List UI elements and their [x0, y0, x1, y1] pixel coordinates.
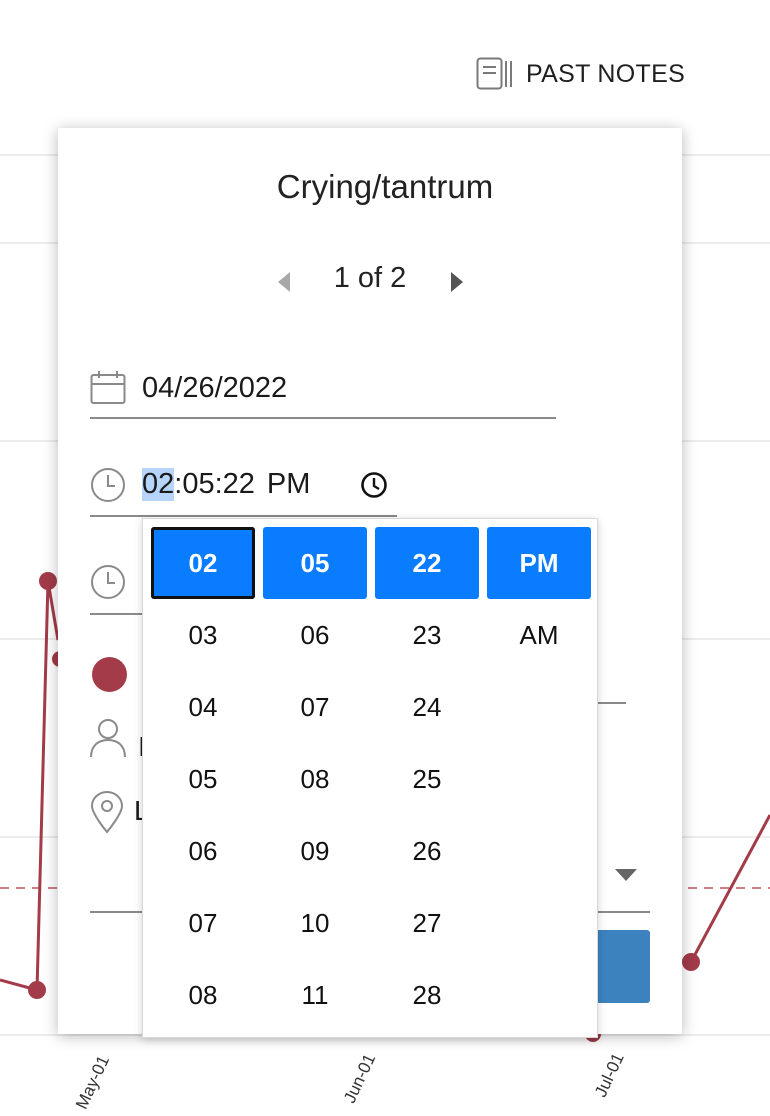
minute-column: 05 06 07 08 09 10 11: [263, 527, 367, 1031]
past-notes-label: PAST NOTES: [526, 59, 686, 88]
time-minute-segment[interactable]: 05: [182, 468, 214, 501]
hour-option[interactable]: 02: [151, 527, 255, 599]
minute-option[interactable]: 09: [263, 815, 367, 887]
person-icon: [90, 719, 126, 758]
time-underline: [90, 515, 397, 517]
clock-icon: [91, 468, 125, 502]
date-value: 04/26/2022: [142, 371, 288, 404]
clock-icon: [91, 565, 125, 599]
period-option[interactable]: AM: [487, 599, 591, 671]
series-point: [682, 953, 700, 971]
time-picker-icon[interactable]: [360, 471, 388, 499]
date-field[interactable]: 04/26/2022: [142, 368, 287, 408]
hour-option[interactable]: 05: [151, 743, 255, 815]
second-option[interactable]: 27: [375, 887, 479, 959]
time-second-segment[interactable]: 22: [223, 468, 255, 501]
minute-option[interactable]: 07: [263, 671, 367, 743]
second-option[interactable]: 26: [375, 815, 479, 887]
minute-option[interactable]: 10: [263, 887, 367, 959]
minute-option[interactable]: 06: [263, 599, 367, 671]
pager-next-icon[interactable]: [449, 272, 463, 292]
past-notes-button[interactable]: PAST NOTES: [476, 57, 685, 91]
end-time-underline: [90, 613, 150, 615]
hour-column: 02 03 04 05 06 07 08: [151, 527, 255, 1031]
modal-title: Crying/tantrum: [276, 168, 494, 205]
date-underline: [90, 417, 556, 419]
time-field[interactable]: 02 : 05 : 22 PM​: [142, 464, 338, 504]
second-option[interactable]: 28: [375, 959, 479, 1031]
second-option[interactable]: 24: [375, 671, 479, 743]
minute-option[interactable]: 11: [263, 959, 367, 1031]
save-button[interactable]: [598, 930, 650, 1003]
series-point: [39, 572, 57, 590]
pager-prev-icon[interactable]: [278, 272, 292, 292]
chevron-down-icon[interactable]: [615, 869, 637, 881]
pager-label: 1 of 2: [333, 262, 407, 294]
hour-option[interactable]: 07: [151, 887, 255, 959]
hour-option[interactable]: 03: [151, 599, 255, 671]
period-column: PM AM: [487, 527, 591, 671]
minute-option[interactable]: 08: [263, 743, 367, 815]
time-picker-dropdown: 02 03 04 05 06 07 08 05 06 07 08 09 10 1…: [142, 518, 598, 1038]
second-column: 22 23 24 25 26 27 28: [375, 527, 479, 1031]
minute-option[interactable]: 05: [263, 527, 367, 599]
calendar-icon: [90, 371, 126, 404]
second-option[interactable]: 25: [375, 743, 479, 815]
series-line: [0, 580, 60, 992]
series-point: [28, 981, 46, 999]
period-option[interactable]: PM: [487, 527, 591, 599]
intensity-dot: [92, 657, 127, 692]
time-separator: :: [174, 467, 183, 500]
hour-option[interactable]: 04: [151, 671, 255, 743]
second-option[interactable]: 23: [375, 599, 479, 671]
time-hour-segment[interactable]: 02: [142, 467, 175, 501]
second-option[interactable]: 22: [375, 527, 479, 599]
hour-option[interactable]: 08: [151, 959, 255, 1031]
time-separator: :: [214, 467, 223, 500]
location-pin-icon: [90, 790, 124, 834]
intensity-underline: [598, 702, 626, 704]
time-period-segment[interactable]: PM​: [267, 468, 311, 501]
hour-option[interactable]: 06: [151, 815, 255, 887]
notes-icon: [476, 57, 512, 90]
